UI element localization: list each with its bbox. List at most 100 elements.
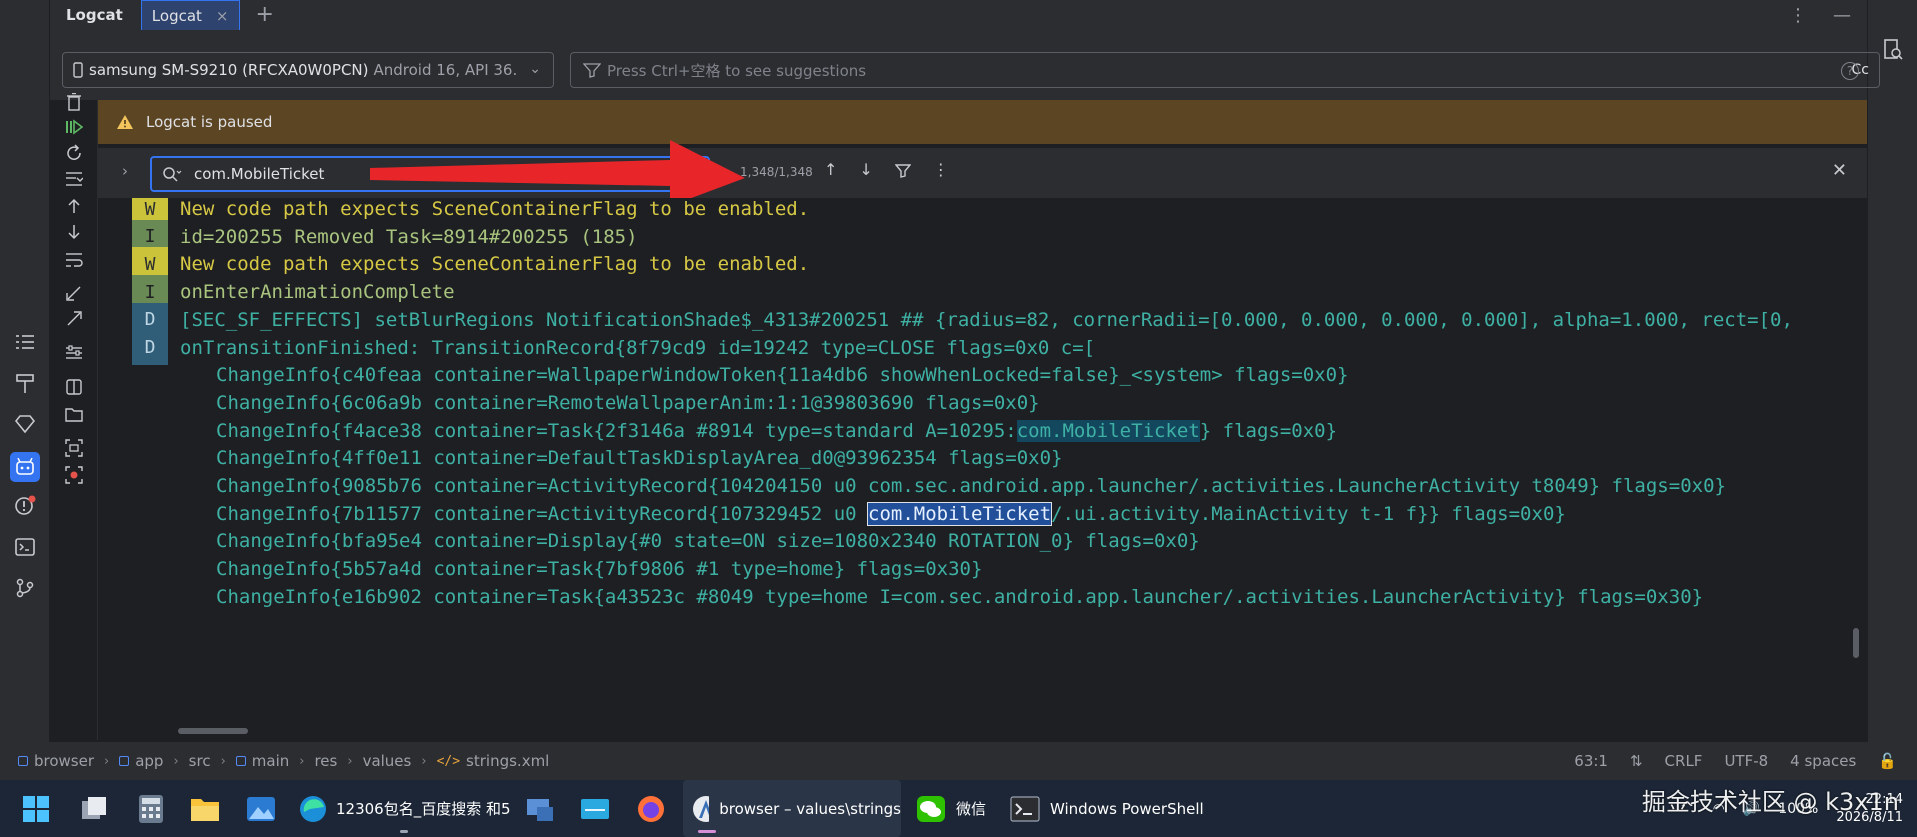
module-icon (18, 756, 28, 766)
windows-logo-icon (23, 795, 49, 822)
device-name: samsung SM-S9210 (RFCXA0W0PCN) (89, 61, 369, 79)
more-search-options-icon[interactable]: ⋮ (933, 160, 949, 179)
firefox-app[interactable] (636, 780, 666, 837)
line-separator[interactable]: CRLF (1665, 752, 1703, 770)
edge-app[interactable]: 12306包名_百度搜索 和5 (298, 780, 511, 837)
warning-icon (117, 115, 133, 129)
soft-wrap-icon[interactable] (63, 249, 85, 271)
breadcrumb-label: app (135, 752, 164, 770)
vcs-icon[interactable]: ⇅ (1630, 752, 1643, 770)
terminal-icon[interactable] (13, 535, 37, 559)
project-icon[interactable] (13, 330, 37, 354)
powershell-app[interactable]: Windows PowerShell (1010, 780, 1204, 837)
horizontal-scrollbar[interactable] (178, 728, 248, 734)
breadcrumb-item[interactable]: › res (289, 752, 337, 770)
breadcrumb-label: main (251, 752, 290, 770)
restart-icon[interactable] (63, 142, 85, 164)
search-icon (163, 167, 182, 182)
problems-icon[interactable] (13, 494, 37, 518)
clear-icon[interactable] (63, 91, 85, 113)
log-continuation-text: ChangeInfo{c40feaa container=WallpaperWi… (216, 364, 1348, 386)
breadcrumb-label: res (314, 752, 338, 770)
start-button[interactable] (22, 780, 50, 837)
watermark: 掘金技术社区 @ k3x1n (1641, 788, 1899, 816)
log-continuation-text: ChangeInfo{bfa95e4 container=Display{#0 … (216, 530, 1200, 552)
export-icon[interactable] (63, 308, 85, 330)
scroll-to-end-icon[interactable] (63, 168, 85, 190)
indent-setting[interactable]: 4 spaces (1790, 752, 1856, 770)
android-studio-app[interactable]: browser – values\strings (683, 780, 901, 837)
logcat-toolbar: samsung SM-S9210 (RFCXA0W0PCN) Android 1… (50, 30, 1880, 100)
close-tab-icon[interactable]: × (216, 7, 229, 25)
import-icon[interactable] (63, 282, 85, 304)
device-explorer-icon[interactable] (1881, 38, 1905, 62)
breadcrumb-item[interactable]: › src (163, 752, 210, 770)
remote-app[interactable] (525, 780, 555, 837)
more-options-icon[interactable]: ⋮ (1789, 5, 1807, 26)
commit-icon[interactable] (13, 412, 37, 436)
down-icon[interactable] (63, 221, 85, 243)
lock-icon[interactable]: 🔓 (1878, 752, 1897, 770)
help-icon[interactable]: ? (1841, 62, 1859, 80)
log-message: onEnterAnimationComplete (180, 281, 455, 304)
previous-occurrence-icon[interactable]: ↑ (824, 160, 837, 179)
structure-icon[interactable] (13, 372, 37, 396)
breadcrumb-item[interactable]: › app (94, 752, 163, 770)
log-continuation-text: ChangeInfo{e16b902 container=Task{a43523… (216, 586, 1703, 608)
caret-position[interactable]: 63:1 (1574, 752, 1608, 770)
breadcrumb-label: src (188, 752, 211, 770)
filter-icon (583, 63, 601, 78)
remote-desktop-icon (527, 798, 553, 821)
firefox-icon (638, 795, 664, 822)
close-search-icon[interactable]: ✕ (1832, 160, 1847, 181)
log-message: New code path expects SceneContainerFlag… (180, 198, 810, 220)
breadcrumb-separator: › (104, 753, 110, 769)
breadcrumb-separator: › (220, 753, 226, 769)
log-message: New code path expects SceneContainerFlag… (180, 253, 810, 276)
file-explorer-app[interactable] (190, 780, 220, 837)
minimize-icon[interactable]: — (1833, 5, 1851, 26)
powershell-label: Windows PowerShell (1050, 799, 1204, 818)
tab-logcat[interactable]: Logcat × (140, 0, 240, 30)
folder-icon[interactable] (63, 403, 85, 425)
logcat-icon[interactable] (10, 452, 40, 482)
log-message: onTransitionFinished: TransitionRecord{8… (180, 336, 1096, 359)
filter-placeholder: Press Ctrl+空格 to see suggestions (607, 61, 867, 80)
split-icon[interactable] (63, 376, 85, 398)
breadcrumb-item[interactable]: › values (337, 752, 411, 770)
wechat-app[interactable]: 微信 (916, 780, 986, 837)
file-encoding[interactable]: UTF-8 (1724, 752, 1768, 770)
resume-icon[interactable] (63, 116, 85, 138)
chevron-right-icon[interactable]: › (122, 162, 128, 180)
screenshot-icon[interactable] (63, 437, 85, 459)
phone-icon (73, 62, 83, 78)
powershell-icon (1010, 795, 1040, 822)
settings-icon[interactable] (63, 342, 85, 364)
search-query: com.MobileTicket (194, 165, 325, 183)
search-match-highlight: com.MobileTicket (1016, 419, 1200, 442)
filter-results-icon[interactable] (894, 163, 911, 179)
photos-app[interactable] (246, 780, 276, 837)
add-tab-icon[interactable]: + (256, 4, 274, 26)
tool-window-title: Logcat (66, 6, 123, 24)
breadcrumb-label: strings.xml (466, 752, 550, 770)
task-view-button[interactable] (80, 780, 110, 837)
next-occurrence-icon[interactable]: ↓ (859, 160, 872, 179)
wechat-icon (917, 795, 945, 822)
up-icon[interactable] (63, 195, 85, 217)
vertical-scrollbar[interactable] (1853, 628, 1859, 658)
breadcrumb-item[interactable]: › </> strings.xml (411, 752, 549, 770)
calculator-app[interactable] (138, 780, 164, 837)
breadcrumb-item[interactable]: browser (18, 752, 94, 770)
device-selector[interactable]: samsung SM-S9210 (RFCXA0W0PCN) Android 1… (62, 52, 554, 88)
log-output[interactable]: W New code path expects SceneContainerFla… (98, 198, 1867, 738)
breadcrumb-item[interactable]: › main (211, 752, 290, 770)
log-continuation-text: ChangeInfo{4ff0e11 container=DefaultTask… (216, 447, 1062, 469)
log-continuation-row[interactable]: ChangeInfo{e16b902 container=Task{a43523… (98, 580, 1867, 614)
git-icon[interactable] (13, 576, 37, 600)
terminal-app[interactable] (580, 780, 610, 837)
record-icon[interactable] (63, 464, 85, 486)
log-continuation-text: ChangeInfo{f4ace38 container=Task{2f3146… (216, 419, 1337, 442)
logcat-filter-input[interactable]: Press Ctrl+空格 to see suggestions Cc (570, 52, 1880, 88)
paused-banner-text: Logcat is paused (146, 113, 273, 131)
